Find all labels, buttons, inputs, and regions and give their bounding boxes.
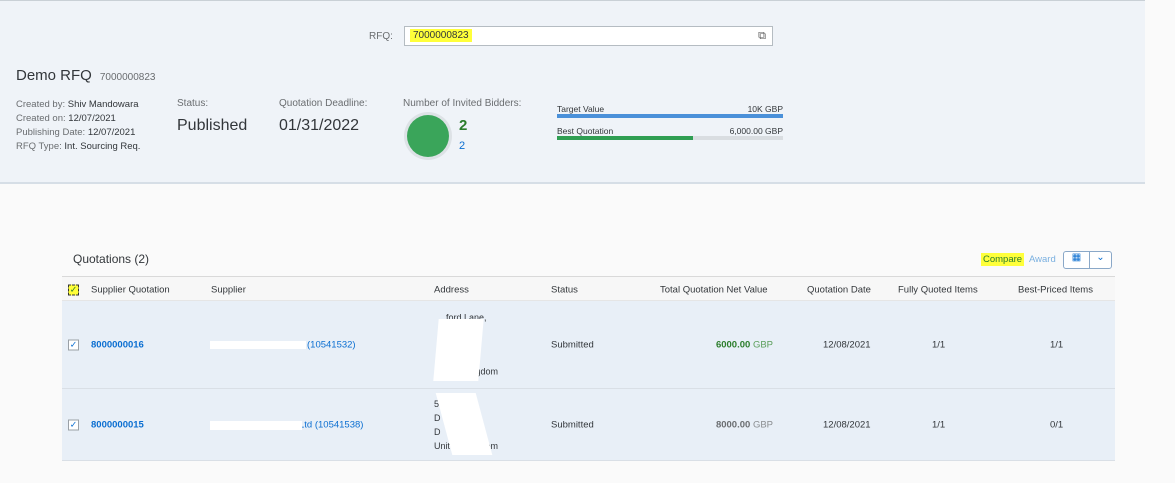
rfq-header: RFQ: 7000000823 ⧉ Demo RFQ 7000000823 Cre… bbox=[0, 0, 1145, 184]
quotation-link[interactable]: 8000000015 bbox=[91, 419, 144, 430]
chevron-down-icon[interactable]: ⌄ bbox=[1090, 252, 1111, 268]
deadline-value: 01/31/2022 bbox=[279, 117, 360, 134]
meta-label: Created by: bbox=[16, 99, 66, 110]
row-checkbox[interactable]: ✓ bbox=[68, 339, 79, 350]
target-value-bar: Target Value 10K GBP Best Quotation 6,000.… bbox=[557, 104, 783, 140]
row-checkbox[interactable]: ✓ bbox=[68, 419, 79, 430]
status-value: Published bbox=[177, 117, 248, 134]
page-title: Demo RFQ 7000000823 bbox=[16, 67, 155, 84]
redaction bbox=[210, 341, 306, 349]
bidders-label: Number of Invited Bidders: bbox=[403, 98, 522, 109]
net-value: 8000.00 bbox=[715, 419, 751, 430]
meta-value: Shiv Mandowara bbox=[67, 99, 139, 110]
quotation-date: 12/08/2021 bbox=[823, 339, 871, 350]
meta-label: Publishing Date: bbox=[16, 127, 86, 138]
column-header[interactable]: Quotation Date bbox=[807, 285, 871, 296]
meta-value: 12/07/2021 bbox=[87, 127, 136, 138]
rfq-input[interactable]: 7000000823 ⧉ bbox=[404, 26, 773, 46]
quotation-link[interactable]: 8000000016 bbox=[91, 339, 144, 350]
column-header[interactable]: Fully Quoted Items bbox=[898, 285, 978, 296]
quotation-date: 12/08/2021 bbox=[823, 419, 871, 430]
currency: GBP bbox=[752, 419, 773, 430]
rfq-id: 7000000823 bbox=[99, 72, 156, 83]
meta-label: RFQ Type: bbox=[16, 141, 62, 152]
deadline-label: Quotation Deadline: bbox=[279, 98, 368, 109]
currency: GBP bbox=[752, 339, 773, 350]
supplier-link[interactable]: Ltd (10541538) bbox=[299, 419, 363, 430]
redaction bbox=[433, 319, 484, 381]
bidders-circle-chart bbox=[404, 112, 452, 160]
value-help-icon[interactable]: ⧉ bbox=[758, 30, 766, 43]
bidders-count: 2 bbox=[459, 117, 468, 134]
select-all-checkbox[interactable]: ✓ bbox=[68, 284, 79, 296]
target-label: Target Value bbox=[557, 104, 605, 114]
meta-value: Int. Sourcing Req. bbox=[64, 141, 141, 152]
target-fill bbox=[557, 114, 783, 118]
rfq-meta: Created by: Shiv Mandowara Created on: 1… bbox=[16, 98, 140, 154]
column-header[interactable]: Status bbox=[551, 285, 578, 296]
column-header[interactable]: Best-Priced Items bbox=[1018, 285, 1093, 296]
rfq-label: RFQ: bbox=[369, 31, 393, 42]
status-text: Submitted bbox=[551, 339, 594, 350]
table-row[interactable]: ✓ 8000000016 (10541532) ford Lane, Unite… bbox=[62, 301, 1115, 389]
meta-value: 12/07/2021 bbox=[68, 113, 116, 124]
compare-button[interactable]: Compare bbox=[981, 253, 1025, 266]
table-row[interactable]: ✓ 8000000015 Ltd (10541538) 5DDUnited Ki… bbox=[62, 389, 1115, 461]
table-header: ✓ Supplier Quotation Supplier Address St… bbox=[62, 276, 1115, 301]
bidders-sub-count: 2 bbox=[459, 140, 466, 152]
status-text: Submitted bbox=[551, 419, 594, 430]
supplier-link[interactable]: (10541532) bbox=[307, 339, 356, 350]
status-label: Status: bbox=[177, 98, 209, 109]
column-header[interactable]: Total Quotation Net Value bbox=[660, 285, 768, 296]
column-header[interactable]: Address bbox=[434, 285, 469, 296]
rfq-title: Demo RFQ bbox=[16, 67, 92, 84]
quotations-title: Quotations (2) bbox=[73, 252, 150, 266]
quotations-table: ✓ Supplier Quotation Supplier Address St… bbox=[62, 276, 1115, 461]
fully-quoted: 1/1 bbox=[932, 339, 946, 350]
column-header[interactable]: Supplier bbox=[211, 285, 246, 296]
export-icon[interactable]: ▦ bbox=[1064, 252, 1090, 268]
redaction bbox=[210, 421, 302, 430]
fully-quoted: 1/1 bbox=[932, 419, 946, 430]
meta-label: Created on: bbox=[16, 113, 66, 124]
net-value: 6000.00 bbox=[715, 339, 751, 350]
best-label: Best Quotation bbox=[557, 126, 614, 136]
best-value: 6,000.00 GBP bbox=[729, 126, 783, 136]
best-priced: 1/1 bbox=[1050, 339, 1064, 350]
target-value: 10K GBP bbox=[747, 104, 783, 114]
best-fill bbox=[557, 136, 693, 140]
award-button[interactable]: Award bbox=[1029, 254, 1056, 265]
rfq-input-value: 7000000823 bbox=[410, 29, 472, 42]
best-priced: 0/1 bbox=[1050, 419, 1064, 430]
export-menu-button[interactable]: ▦ ⌄ bbox=[1063, 251, 1112, 269]
column-header[interactable]: Supplier Quotation bbox=[91, 285, 170, 296]
